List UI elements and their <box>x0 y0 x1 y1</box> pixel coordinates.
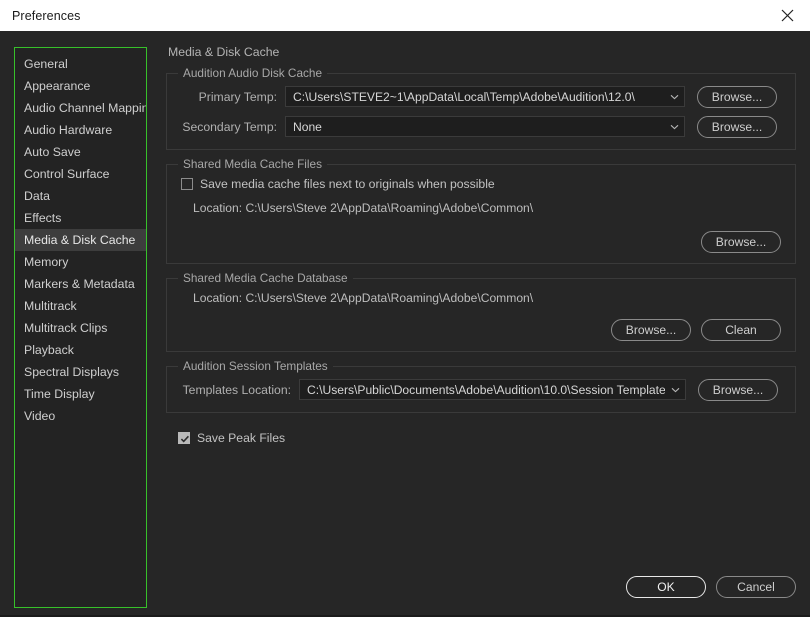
primary-temp-browse-button[interactable]: Browse... <box>697 85 777 108</box>
sidebar-item-general[interactable]: General <box>15 53 146 75</box>
close-icon <box>781 9 794 22</box>
sidebar-item-auto-save[interactable]: Auto Save <box>15 141 146 163</box>
shared-cache-database-actions: Browse... Clean <box>181 319 781 341</box>
primary-temp-label: Primary Temp: <box>198 89 277 104</box>
cancel-button[interactable]: Cancel <box>716 576 796 598</box>
sidebar-item-audio-channel-mapping[interactable]: Audio Channel Mapping <box>15 97 146 119</box>
save-cache-next-to-originals-label: Save media cache files next to originals… <box>200 177 495 191</box>
page-title: Media & Disk Cache <box>168 45 280 59</box>
sidebar-item-label: General <box>24 57 68 71</box>
sidebar-item-label: Effects <box>24 211 62 225</box>
check-icon <box>180 435 189 443</box>
group-title: Shared Media Cache Database <box>178 271 353 285</box>
sidebar-list: General Appearance Audio Channel Mapping… <box>15 48 146 427</box>
sidebar-item-label: Media & Disk Cache <box>24 233 136 247</box>
sidebar-item-playback[interactable]: Playback <box>15 339 146 361</box>
chevron-down-icon[interactable] <box>664 87 684 106</box>
sidebar-item-label: Multitrack <box>24 299 77 313</box>
secondary-temp-browse-button[interactable]: Browse... <box>697 115 777 138</box>
sidebar-item-video[interactable]: Video <box>15 405 146 427</box>
shared-cache-files-browse-button[interactable]: Browse... <box>701 231 781 253</box>
templates-location-browse-button[interactable]: Browse... <box>698 378 778 401</box>
sidebar-item-label: Markers & Metadata <box>24 277 135 291</box>
sidebar-item-label: Time Display <box>24 387 95 401</box>
primary-temp-value: C:\Users\STEVE2~1\AppData\Local\Temp\Ado… <box>293 89 635 104</box>
close-button[interactable] <box>764 0 810 31</box>
save-cache-next-to-originals-checkbox[interactable] <box>181 178 193 190</box>
group-shared-media-cache-database: Shared Media Cache Database Location: C:… <box>166 271 796 352</box>
templates-location-label: Templates Location: <box>182 382 291 397</box>
sidebar-item-control-surface[interactable]: Control Surface <box>15 163 146 185</box>
preferences-category-sidebar[interactable]: General Appearance Audio Channel Mapping… <box>14 47 147 608</box>
shared-cache-database-browse-button[interactable]: Browse... <box>611 319 691 341</box>
window-titlebar: Preferences <box>0 0 810 31</box>
shared-cache-database-location: Location: C:\Users\Steve 2\AppData\Roami… <box>193 291 534 305</box>
sidebar-item-effects[interactable]: Effects <box>15 207 146 229</box>
chevron-down-icon[interactable] <box>664 117 684 136</box>
sidebar-item-label: Multitrack Clips <box>24 321 108 335</box>
group-title: Audition Session Templates <box>178 359 333 373</box>
secondary-temp-value: None <box>293 119 322 134</box>
sidebar-item-appearance[interactable]: Appearance <box>15 75 146 97</box>
secondary-temp-row: Secondary Temp: None Browse... <box>181 115 781 138</box>
shared-cache-files-actions: Browse... <box>181 231 781 253</box>
group-audition-audio-disk-cache: Audition Audio Disk Cache Primary Temp: … <box>166 66 796 150</box>
group-title: Shared Media Cache Files <box>178 157 328 171</box>
primary-temp-combobox[interactable]: C:\Users\STEVE2~1\AppData\Local\Temp\Ado… <box>285 86 685 107</box>
sidebar-item-label: Memory <box>24 255 69 269</box>
window-title: Preferences <box>12 8 81 23</box>
shared-cache-files-location: Location: C:\Users\Steve 2\AppData\Roami… <box>193 201 534 215</box>
dialog-footer: OK Cancel <box>626 576 796 598</box>
templates-location-combobox[interactable]: C:\Users\Public\Documents\Adobe\Audition… <box>299 379 686 400</box>
sidebar-item-label: Control Surface <box>24 167 110 181</box>
sidebar-item-data[interactable]: Data <box>15 185 146 207</box>
sidebar-item-label: Audio Channel Mapping <box>24 101 147 115</box>
secondary-temp-label: Secondary Temp: <box>182 119 277 134</box>
sidebar-item-spectral-displays[interactable]: Spectral Displays <box>15 361 146 383</box>
sidebar-item-media-disk-cache[interactable]: Media & Disk Cache <box>15 229 146 251</box>
group-shared-media-cache-files: Shared Media Cache Files Save media cach… <box>166 157 796 264</box>
secondary-temp-combobox[interactable]: None <box>285 116 685 137</box>
group-title: Audition Audio Disk Cache <box>178 66 328 80</box>
sidebar-item-multitrack[interactable]: Multitrack <box>15 295 146 317</box>
sidebar-item-label: Auto Save <box>24 145 81 159</box>
sidebar-item-label: Data <box>24 189 50 203</box>
sidebar-item-memory[interactable]: Memory <box>15 251 146 273</box>
sidebar-item-markers-metadata[interactable]: Markers & Metadata <box>15 273 146 295</box>
templates-location-value: C:\Users\Public\Documents\Adobe\Audition… <box>307 382 665 397</box>
sidebar-item-multitrack-clips[interactable]: Multitrack Clips <box>15 317 146 339</box>
sidebar-item-audio-hardware[interactable]: Audio Hardware <box>15 119 146 141</box>
save-peak-files-label: Save Peak Files <box>197 431 286 445</box>
group-audition-session-templates: Audition Session Templates Templates Loc… <box>166 359 796 413</box>
sidebar-item-time-display[interactable]: Time Display <box>15 383 146 405</box>
save-peak-files-checkbox[interactable] <box>178 432 190 444</box>
save-peak-files-row: Save Peak Files <box>178 431 796 445</box>
shared-cache-database-clean-button[interactable]: Clean <box>701 319 781 341</box>
sidebar-item-label: Playback <box>24 343 74 357</box>
chevron-down-icon[interactable] <box>665 380 685 399</box>
primary-temp-row: Primary Temp: C:\Users\STEVE2~1\AppData\… <box>181 85 781 108</box>
preferences-main-pane: Media & Disk Cache Audition Audio Disk C… <box>166 45 796 575</box>
save-cache-next-to-originals-row: Save media cache files next to originals… <box>181 177 781 191</box>
sidebar-item-label: Audio Hardware <box>24 123 113 137</box>
sidebar-item-label: Video <box>24 409 56 423</box>
sidebar-item-label: Spectral Displays <box>24 365 119 379</box>
preferences-dialog-body: General Appearance Audio Channel Mapping… <box>0 31 810 617</box>
templates-location-row: Templates Location: C:\Users\Public\Docu… <box>181 378 781 401</box>
sidebar-item-label: Appearance <box>24 79 91 93</box>
ok-button[interactable]: OK <box>626 576 706 598</box>
